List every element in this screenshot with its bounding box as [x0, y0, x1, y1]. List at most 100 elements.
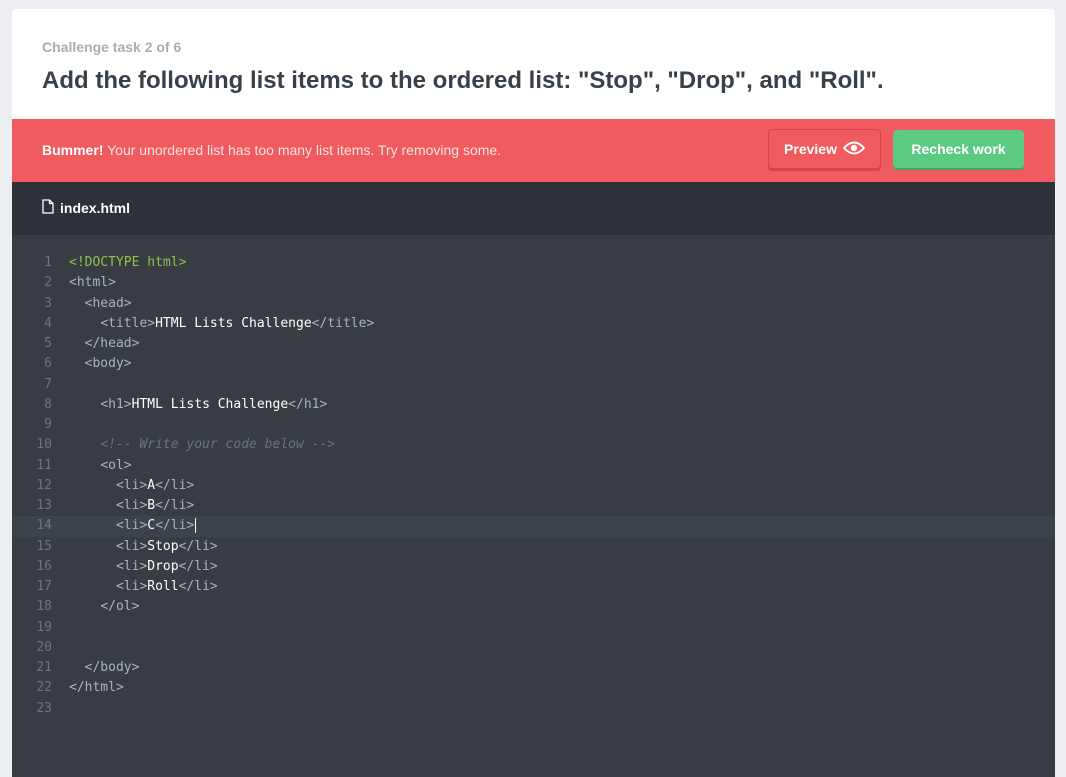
alert-text: Your unordered list has too many list it…: [103, 142, 502, 158]
code-line[interactable]: 9: [12, 415, 1055, 435]
code-text: <body>: [69, 354, 132, 374]
code-line[interactable]: 10 <!-- Write your code below -->: [12, 435, 1055, 455]
code-text: </body>: [69, 658, 140, 678]
code-token: </body>: [84, 660, 140, 675]
line-number: 10: [36, 437, 52, 453]
code-line[interactable]: 15 <li>Stop</li>: [12, 537, 1055, 557]
code-text: <li>Drop</li>: [69, 557, 218, 577]
code-token: <li>: [115, 538, 148, 554]
text-cursor: [195, 518, 197, 534]
line-number: 11: [36, 457, 52, 473]
code-text: <li>C</li>: [69, 516, 197, 536]
code-text: <li>Roll</li>: [69, 577, 218, 597]
line-number: 9: [44, 417, 52, 432]
file-tab-index[interactable]: index.html: [42, 199, 130, 217]
code-token: <li>: [115, 579, 148, 594]
line-number: 8: [44, 396, 52, 412]
preview-button[interactable]: Preview: [768, 129, 881, 169]
code-token: </li>: [155, 498, 195, 513]
code-line[interactable]: 23: [12, 699, 1055, 719]
code-token: </html>: [69, 680, 124, 696]
line-number: 3: [44, 295, 52, 311]
code-line[interactable]: 17 <li>Roll</li>: [12, 577, 1055, 597]
code-token: <html>: [69, 275, 116, 291]
error-alert: Bummer! Your unordered list has too many…: [12, 119, 1055, 182]
line-number: 7: [44, 376, 52, 392]
code-line[interactable]: 21 </body>: [12, 658, 1055, 678]
code-token: </li>: [155, 477, 195, 493]
code-token: C: [147, 518, 156, 534]
code-line[interactable]: 12 <li>A</li>: [12, 476, 1055, 496]
code-line[interactable]: 5 </head>: [12, 334, 1055, 354]
line-number: 19: [36, 619, 52, 635]
line-number: 4: [44, 315, 52, 331]
code-line[interactable]: 13 <li>B</li>: [12, 496, 1055, 516]
code-line[interactable]: 1 <!DOCTYPE html>: [12, 253, 1055, 273]
line-number: 5: [44, 336, 52, 351]
code-token: </ol>: [100, 599, 140, 615]
line-number: 18: [36, 599, 52, 615]
code-text: <title>HTML Lists Challenge</title>: [69, 314, 374, 334]
file-icon: [42, 199, 54, 217]
code-token: </head>: [84, 336, 140, 351]
code-line[interactable]: 22 </html>: [12, 678, 1055, 698]
code-token: <title>: [100, 315, 156, 331]
code-token: <li>: [115, 477, 148, 493]
code-token: <body>: [84, 356, 132, 372]
code-line[interactable]: 8 <h1>HTML Lists Challenge</h1>: [12, 395, 1055, 415]
code-line[interactable]: 2 <html>: [12, 273, 1055, 293]
line-number: 17: [36, 579, 52, 594]
line-number: 15: [36, 538, 52, 554]
code-token: <li>: [115, 558, 148, 574]
code-text: </head>: [69, 334, 140, 354]
code-token: Roll: [147, 579, 179, 594]
code-token: HTML Lists Challenge: [155, 315, 312, 331]
code-line[interactable]: 6 <body>: [12, 354, 1055, 374]
recheck-work-button[interactable]: Recheck work: [893, 130, 1024, 168]
line-number: 13: [36, 498, 52, 513]
code-token: </title>: [311, 315, 375, 331]
code-text: </html>: [69, 678, 124, 698]
code-text: <html>: [69, 273, 116, 293]
code-text: <h1>HTML Lists Challenge</h1>: [69, 395, 327, 415]
code-text: <ol>: [69, 456, 131, 476]
code-text: <li>A</li>: [69, 476, 194, 496]
code-token: <li>: [115, 498, 148, 513]
code-line[interactable]: 11 <ol>: [12, 456, 1055, 476]
code-token: <h1>: [100, 396, 132, 412]
task-progress-label: Challenge task 2 of 6: [42, 39, 182, 55]
code-text: <head>: [69, 294, 132, 314]
code-line[interactable]: 16 <li>Drop</li>: [12, 557, 1055, 577]
code-line[interactable]: 19: [12, 618, 1055, 638]
line-number: 16: [36, 558, 52, 574]
code-line[interactable]: 14 <li>C</li>: [12, 516, 1055, 537]
code-text: <!-- Write your code below -->: [69, 435, 335, 455]
code-line[interactable]: 3 <head>: [12, 294, 1055, 314]
task-title: Add the following list items to the orde…: [42, 67, 884, 94]
eye-icon: [842, 141, 866, 158]
code-line[interactable]: 4 <title>HTML Lists Challenge</title>: [12, 314, 1055, 334]
code-token: </li>: [178, 538, 218, 554]
alert-message: Bummer! Your unordered list has too many…: [42, 142, 501, 158]
code-token: </li>: [155, 518, 195, 534]
line-number: 21: [36, 660, 52, 675]
code-editor[interactable]: 1 <!DOCTYPE html> 2 <html> 3 <head> 4 <title>…: [12, 235, 1055, 777]
code-line[interactable]: 7: [12, 375, 1055, 395]
code-line[interactable]: 18 </ol>: [12, 597, 1055, 617]
code-token: Stop: [147, 538, 179, 554]
code-token: <li>: [115, 518, 148, 534]
alert-strong: Bummer!: [42, 142, 104, 158]
code-line[interactable]: 20: [12, 638, 1055, 658]
